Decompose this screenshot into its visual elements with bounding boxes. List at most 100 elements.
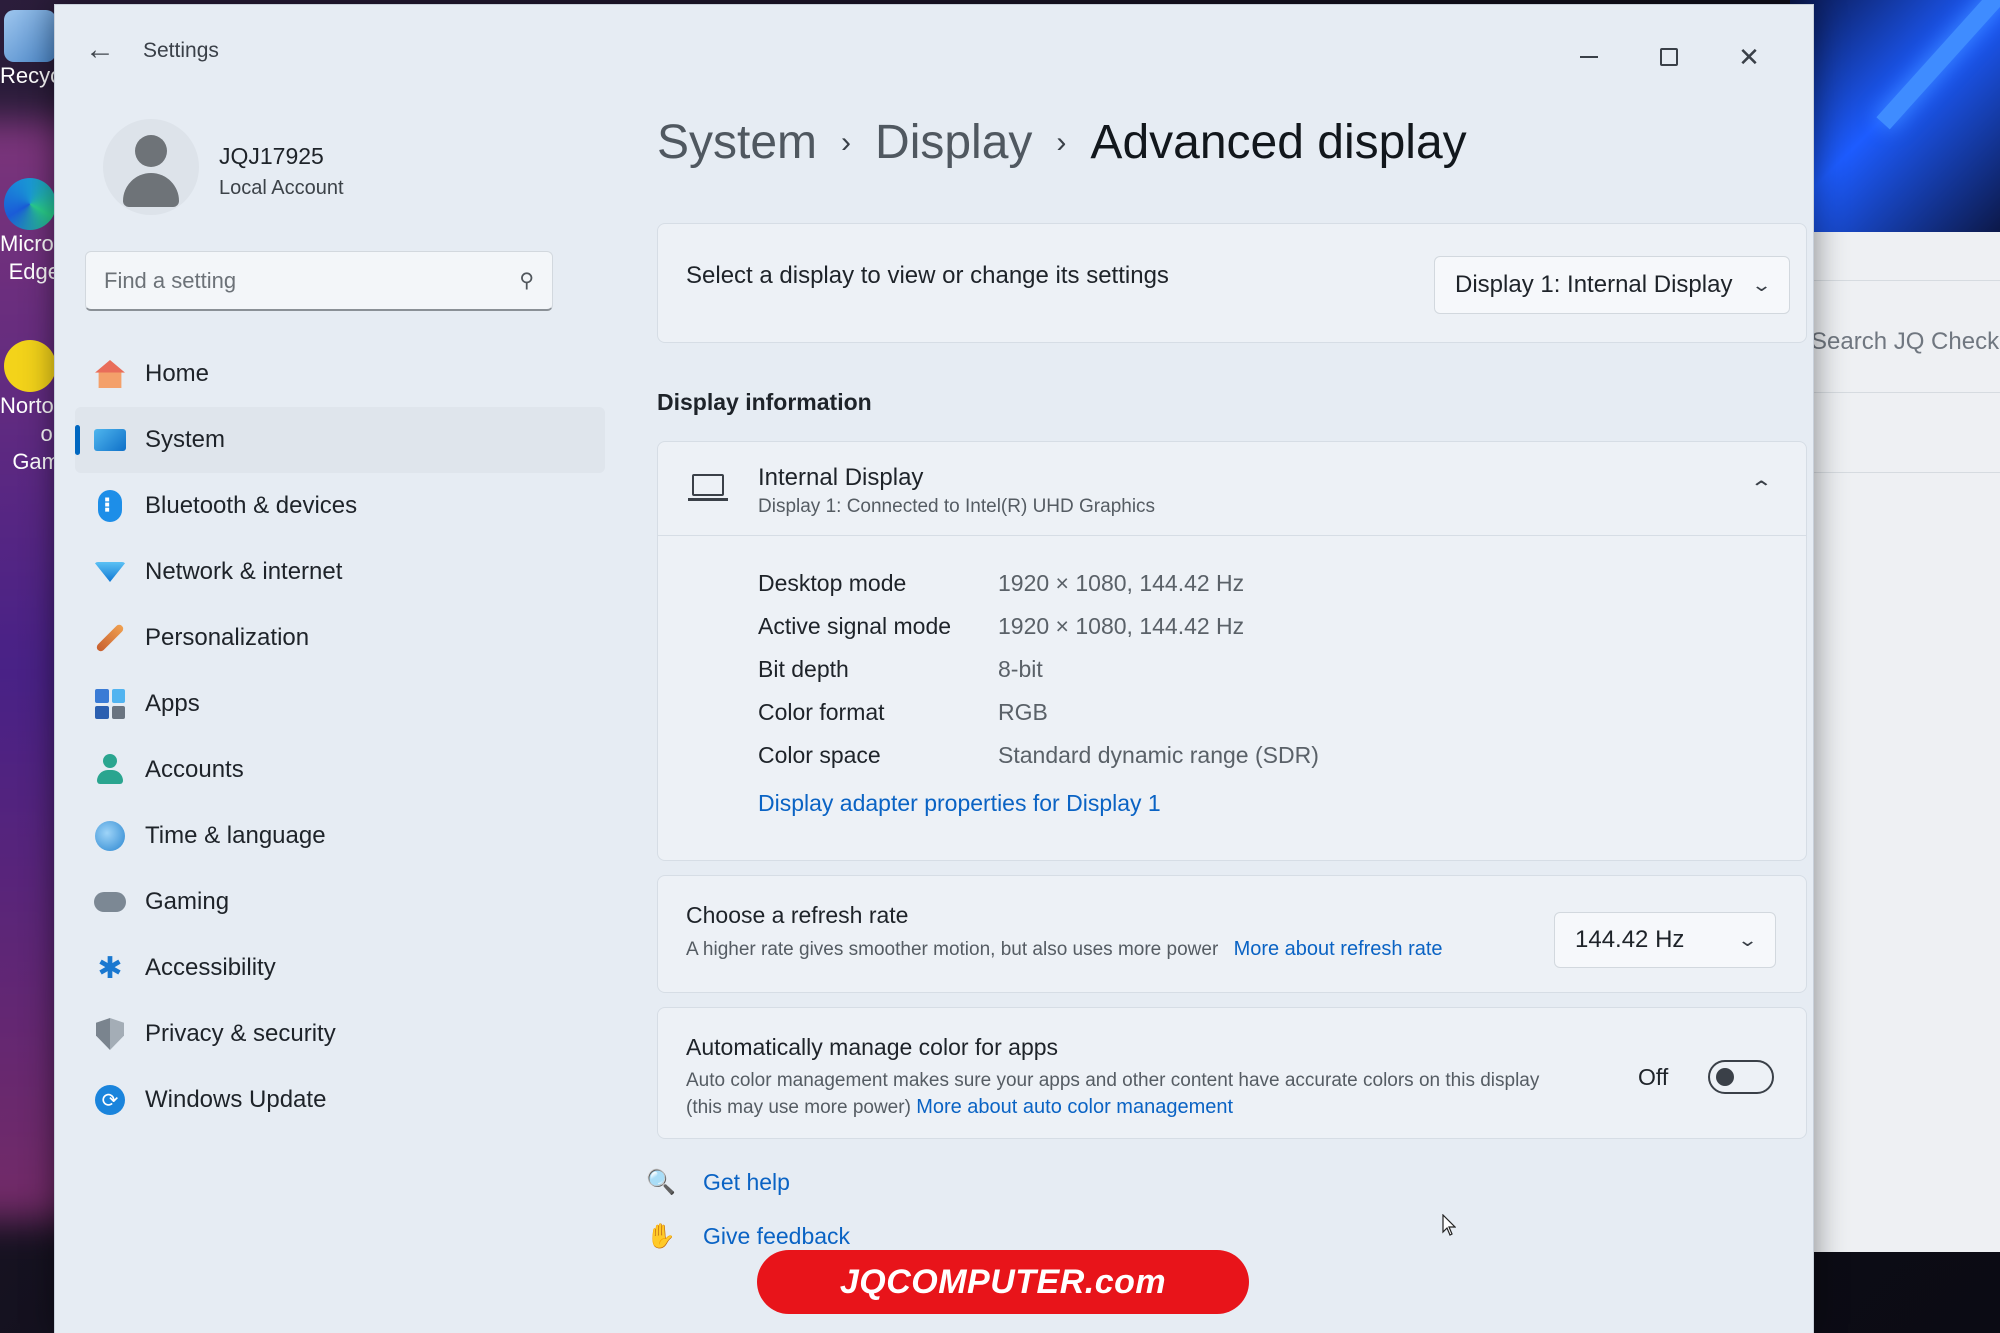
sidebar-item-network[interactable]: Network & internet: [75, 539, 605, 605]
breadcrumb-display[interactable]: Display: [875, 115, 1032, 170]
spec-value: 1920 × 1080, 144.42 Hz: [998, 613, 1245, 639]
spec-label: Bit depth: [758, 656, 849, 682]
background-search-input[interactable]: Search JQ Check: [1811, 328, 1999, 356]
sidebar-item-apps[interactable]: Apps: [75, 671, 605, 737]
spec-value: Standard dynamic range (SDR): [998, 742, 1319, 768]
norton-icon: [4, 340, 56, 392]
minimize-button[interactable]: [1549, 33, 1629, 81]
auto-color-title: Automatically manage color for apps: [686, 1034, 1059, 1060]
auto-color-description: Auto color management makes sure your ap…: [686, 1068, 1566, 1121]
refresh-rate-learn-more-link[interactable]: More about refresh rate: [1234, 938, 1443, 960]
section-title-display-information: Display information: [657, 389, 872, 415]
display-select-card: Select a display to view or change its s…: [657, 223, 1807, 343]
sidebar-item-label: Accessibility: [145, 954, 276, 981]
display-name: Internal Display: [758, 464, 924, 491]
sidebar-item-personalization[interactable]: Personalization: [75, 605, 605, 671]
profile-name: JQJ17925: [219, 143, 324, 169]
breadcrumb-system[interactable]: System: [657, 115, 817, 170]
display-connection: Display 1: Connected to Intel(R) UHD Gra…: [758, 496, 1156, 517]
sidebar-item-label: Windows Update: [145, 1086, 327, 1113]
sidebar-item-windows-update[interactable]: ⟳ Windows Update: [75, 1067, 605, 1133]
breadcrumb: System › Display › Advanced display: [657, 115, 1467, 170]
sidebar-item-home[interactable]: Home: [75, 341, 605, 407]
accounts-icon: [93, 753, 127, 787]
avatar: [103, 119, 199, 215]
sidebar-item-time-language[interactable]: Time & language: [75, 803, 605, 869]
search-box: ⚲: [85, 251, 553, 311]
help-links: 🔍 Get help ✋ Give feedback: [645, 1155, 850, 1263]
wallpaper-glow-right: [1790, 0, 2000, 260]
sidebar-item-label: System: [145, 426, 226, 453]
spec-label: Desktop mode: [758, 570, 907, 596]
minimize-icon: [1580, 56, 1598, 58]
spec-value: RGB: [998, 699, 1048, 725]
refresh-rate-description-text: A higher rate gives smoother motion, but…: [686, 939, 1219, 960]
refresh-rate-value: 144.42 Hz: [1575, 926, 1685, 953]
sidebar-item-label: Gaming: [145, 888, 230, 915]
close-icon: ✕: [1738, 41, 1760, 72]
get-help-link[interactable]: 🔍 Get help: [645, 1155, 850, 1209]
watermark-text: JQCOMPUTER.com: [839, 1262, 1167, 1301]
sidebar-item-system[interactable]: System: [75, 407, 605, 473]
sidebar-item-gaming[interactable]: Gaming: [75, 869, 605, 935]
back-arrow-icon[interactable]: ←: [85, 33, 115, 67]
shield-icon: [93, 1017, 127, 1051]
display-select-value: Display 1: Internal Display: [1455, 271, 1733, 298]
breadcrumb-separator: ›: [1056, 125, 1067, 159]
main-content: System › Display › Advanced display Sele…: [605, 95, 1807, 1325]
desktop-icon-edge[interactable]: Micros Edge: [0, 178, 65, 286]
toggle-knob: [1716, 1068, 1734, 1086]
update-icon: ⟳: [93, 1083, 127, 1117]
title-bar: ← Settings ✕: [55, 5, 1813, 93]
auto-color-learn-more-link[interactable]: More about auto color management: [916, 1096, 1233, 1118]
settings-window: ← Settings ✕ JQJ17925 Local Account ⚲ Ho…: [54, 4, 1814, 1333]
spec-row: Active signal mode 1920 × 1080, 144.42 H…: [758, 605, 1319, 648]
desktop-icon-recycle-bin[interactable]: Recycle: [0, 10, 78, 90]
sidebar-item-label: Bluetooth & devices: [145, 492, 358, 519]
spec-label: Color format: [758, 699, 885, 725]
wifi-icon: [93, 555, 127, 589]
sidebar-item-privacy[interactable]: Privacy & security: [75, 1001, 605, 1067]
spec-row: Bit depth 8-bit: [758, 648, 1319, 691]
search-icon[interactable]: ⚲: [519, 268, 534, 293]
refresh-rate-dropdown[interactable]: 144.42 Hz ⌄: [1554, 912, 1776, 968]
display-select-dropdown[interactable]: Display 1: Internal Display ⌄: [1434, 256, 1790, 314]
window-controls: ✕: [1549, 33, 1789, 81]
gaming-icon: [93, 885, 127, 919]
spec-row: Color space Standard dynamic range (SDR): [758, 734, 1319, 777]
sidebar-item-accounts[interactable]: Accounts: [75, 737, 605, 803]
chevron-down-icon: ⌄: [1736, 929, 1759, 950]
display-adapter-properties-link[interactable]: Display adapter properties for Display 1: [758, 790, 1161, 817]
page-title: Advanced display: [1090, 116, 1467, 169]
sidebar-item-label: Time & language: [145, 822, 326, 849]
sidebar-nav: Home System ⠇ Bluetooth & devices Networ…: [75, 341, 605, 1133]
maximize-button[interactable]: [1629, 33, 1709, 81]
sidebar-item-accessibility[interactable]: ✱ Accessibility: [75, 935, 605, 1001]
close-button[interactable]: ✕: [1709, 33, 1789, 81]
chevron-up-icon[interactable]: ⌃: [1750, 476, 1773, 501]
sidebar-item-label: Accounts: [145, 756, 244, 783]
refresh-rate-card: Choose a refresh rate A higher rate give…: [657, 875, 1807, 993]
sidebar-item-bluetooth[interactable]: ⠇ Bluetooth & devices: [75, 473, 605, 539]
system-icon: [93, 423, 127, 457]
avatar-head: [135, 135, 167, 167]
display-spec-list: Desktop mode 1920 × 1080, 144.42 Hz Acti…: [758, 562, 1319, 777]
get-help-label: Get help: [703, 1168, 790, 1195]
home-icon: [93, 357, 127, 391]
search-input[interactable]: [104, 267, 520, 294]
display-info-header[interactable]: Internal Display Display 1: Connected to…: [658, 442, 1806, 536]
desktop-icon-norton[interactable]: Norton or Gam: [0, 340, 66, 476]
auto-color-card: Automatically manage color for apps Auto…: [657, 1007, 1807, 1139]
sidebar-item-label: Personalization: [145, 624, 310, 651]
laptop-icon: [688, 474, 728, 501]
user-profile[interactable]: JQJ17925 Local Account: [103, 119, 583, 219]
recycle-bin-icon: [4, 10, 56, 62]
display-select-label: Select a display to view or change its s…: [686, 262, 1169, 289]
spec-row: Color format RGB: [758, 691, 1319, 734]
display-info-card: Internal Display Display 1: Connected to…: [657, 441, 1807, 861]
spec-label: Color space: [758, 742, 881, 768]
auto-color-toggle[interactable]: [1708, 1060, 1774, 1094]
edge-icon: [4, 178, 56, 230]
breadcrumb-separator: ›: [841, 125, 852, 159]
sidebar-item-label: Apps: [145, 690, 200, 717]
